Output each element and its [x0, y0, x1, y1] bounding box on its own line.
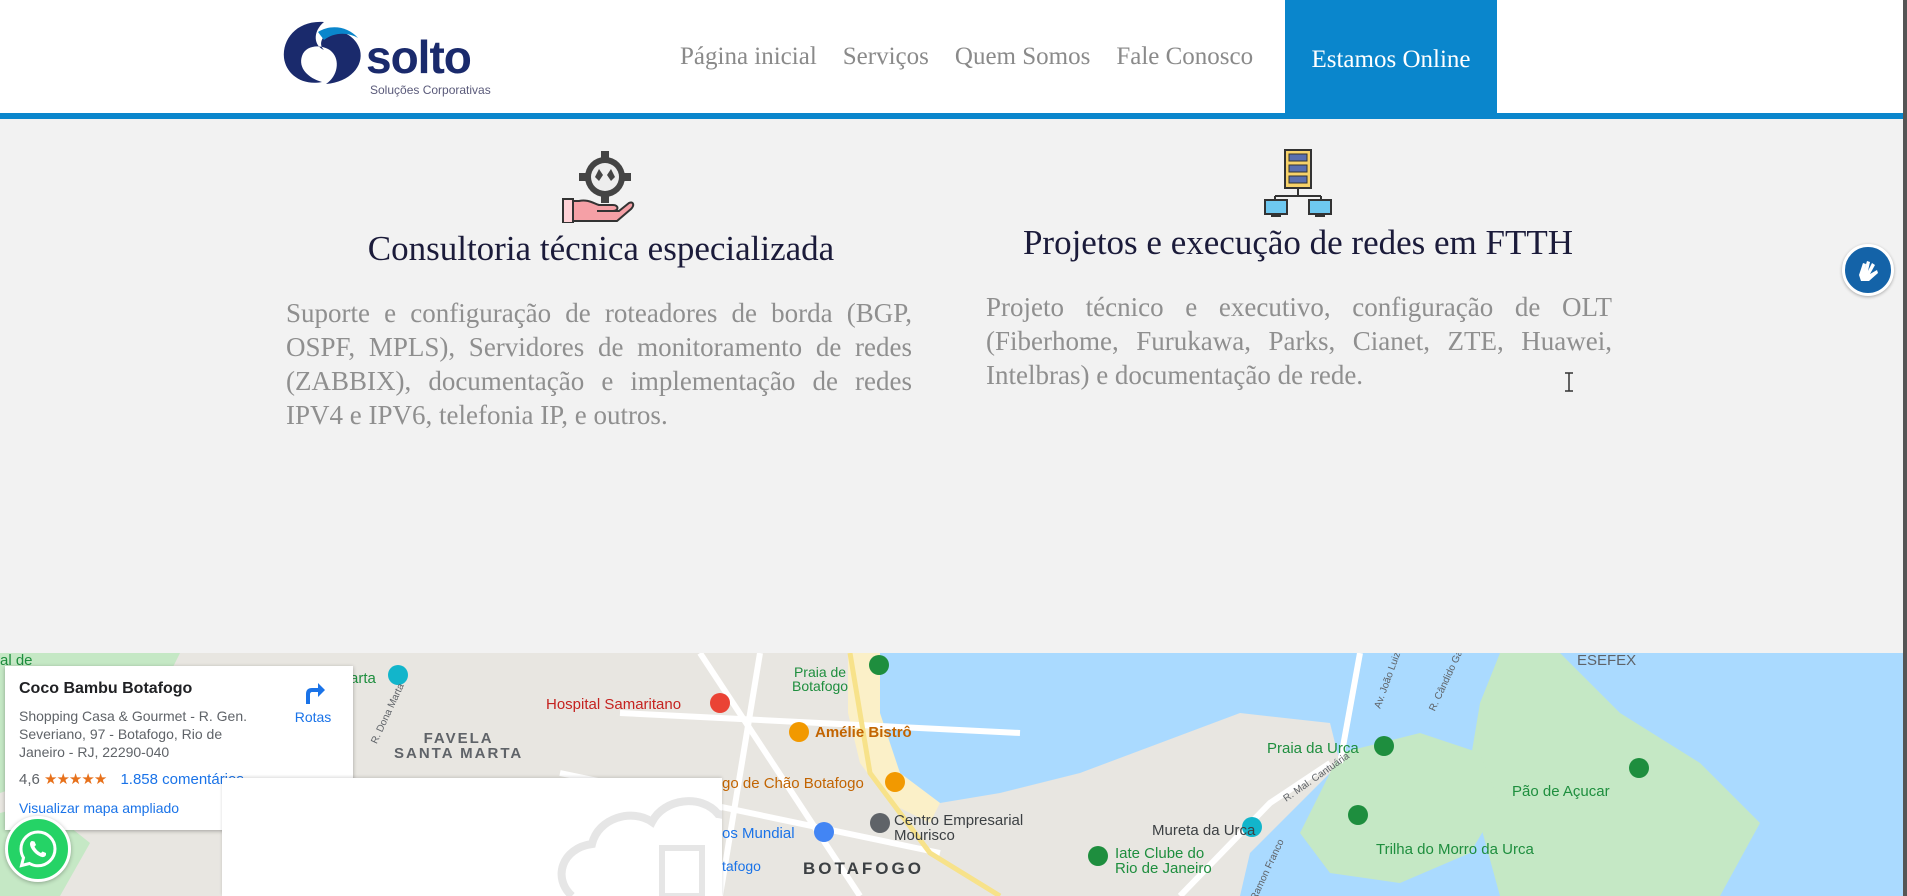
- service-title: Projetos e execução de redes em FTTH: [1022, 223, 1574, 262]
- whatsapp-icon: [19, 830, 57, 868]
- rating-value: 4,6: [19, 771, 40, 788]
- cloud-outline-icon: [557, 797, 722, 896]
- nav-about[interactable]: Quem Somos: [955, 44, 1090, 69]
- nav-home[interactable]: Página inicial: [680, 44, 817, 69]
- service-description: Projeto técnico e executivo, configuraçã…: [986, 292, 1612, 390]
- map-label-centro: Centro Empresarial Mourisco: [894, 812, 1024, 844]
- server-network-icon: [1264, 149, 1332, 217]
- site-header: solto Soluções Corporativas Página inici…: [0, 0, 1907, 119]
- map-label-mundial: os Mundial: [722, 825, 795, 842]
- accessibility-button[interactable]: [1842, 244, 1894, 296]
- map-label-metro: tafogo: [722, 858, 761, 874]
- map-label-praia-botafogo: Praia de Botafogo: [792, 664, 849, 694]
- overlay-panel: [222, 778, 722, 896]
- page-scrollbar[interactable]: [1903, 0, 1907, 896]
- logo-wordmark: solto: [366, 31, 472, 83]
- map-label-mureta: Mureta da Urca: [1152, 822, 1256, 839]
- map-label-amelie: Amélie Bistrô: [815, 724, 912, 741]
- directions-button[interactable]: Rotas: [288, 680, 338, 725]
- map-label-hospital: Hospital Samaritano: [546, 696, 682, 713]
- nav-contact[interactable]: Fale Conosco: [1116, 44, 1253, 69]
- logo-subtitle: Soluções Corporativas: [370, 83, 491, 97]
- larger-map-link[interactable]: Visualizar mapa ampliado: [19, 800, 179, 816]
- main-nav: Página inicial Serviços Quem Somos Fale …: [680, 0, 1279, 113]
- map-label-fogo: go de Chão Botafogo: [722, 775, 864, 792]
- place-address: Shopping Casa & Gourmet - R. Gen. Severi…: [19, 708, 247, 760]
- map-label-favela: FAVELA SANTA MARTA: [394, 730, 524, 762]
- hand-gear-icon: [562, 151, 635, 223]
- sign-language-icon: [1859, 261, 1878, 281]
- directions-arrow-icon: [306, 683, 325, 704]
- map-label-iate: Iate Clube do Rio de Janeiro: [1115, 845, 1212, 877]
- logo-swirl-icon: [283, 21, 361, 84]
- nav-services[interactable]: Serviços: [843, 44, 929, 69]
- map-label-pao: Pão de Açucar: [1512, 783, 1610, 800]
- map-label-trilha: Trilha do Morro da Urca: [1376, 841, 1534, 858]
- solto-logo[interactable]: solto Soluções Corporativas: [278, 16, 498, 98]
- map-label-esefex: ESEFEX: [1577, 653, 1637, 669]
- service-description: Suporte e configuração de roteadores de …: [286, 298, 912, 430]
- directions-label: Rotas: [294, 709, 332, 725]
- service-title: Consultoria técnica especializada: [367, 229, 835, 268]
- map-label-marta: arta: [350, 670, 376, 687]
- online-button[interactable]: Estamos Online: [1285, 0, 1497, 119]
- text-cursor-icon: [1565, 372, 1573, 392]
- map-label-botafogo: BOTAFOGO: [803, 859, 924, 878]
- place-name: Coco Bambu Botafogo: [19, 680, 193, 697]
- whatsapp-button[interactable]: [5, 816, 71, 882]
- rating-stars-icon: ★★★★★: [44, 771, 107, 788]
- place-rating: 4,6 ★★★★★ 1.858 comentários: [19, 770, 244, 788]
